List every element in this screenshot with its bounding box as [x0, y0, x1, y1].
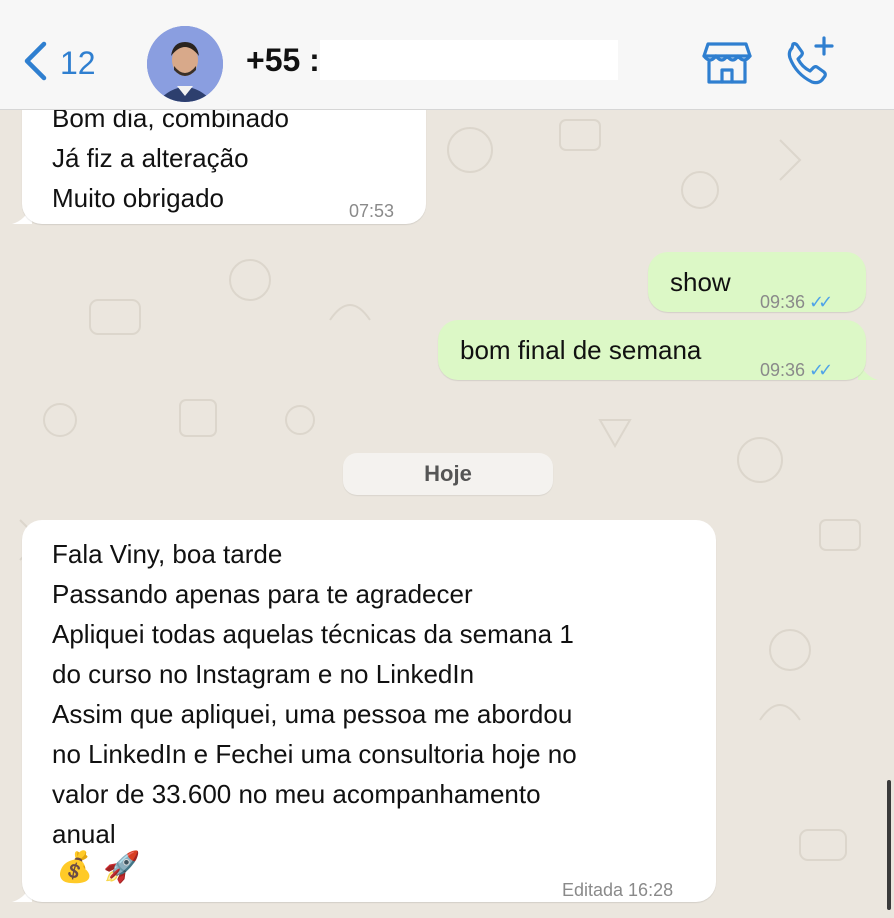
store-icon[interactable]	[702, 40, 752, 86]
message-bubble-outgoing[interactable]: bom final de semana 09:36 ✓✓	[438, 320, 866, 380]
message-bubble-incoming[interactable]: Fala Viny, boa tarde Passando apenas par…	[22, 520, 716, 902]
message-time: 09:36 ✓✓	[760, 282, 833, 322]
message-line: Passando apenas para te agradecer	[52, 579, 473, 609]
message-text: show	[670, 267, 731, 297]
message-time-value: 09:36	[760, 360, 806, 380]
back-button[interactable]: 12	[22, 38, 96, 88]
message-line: no LinkedIn e Fechei uma consultoria hoj…	[52, 739, 577, 769]
message-line: do curso no Instagram e no LinkedIn	[52, 659, 475, 689]
message-text: bom final de semana	[460, 335, 702, 365]
message-text: Fala Viny, boa tarde Passando apenas par…	[52, 534, 577, 854]
redacted-area	[320, 40, 618, 80]
message-time: Editada 16:28	[562, 880, 674, 900]
contact-name[interactable]: +55 :	[246, 42, 320, 79]
avatar[interactable]	[147, 26, 223, 102]
chat-header: 12 +55 :	[0, 0, 894, 110]
message-time: 09:36 ✓✓	[760, 350, 833, 390]
read-receipt-icon: ✓✓	[809, 292, 833, 312]
message-bubble-incoming[interactable]: Bom dia, combinado Já fiz a alteração Mu…	[22, 96, 426, 224]
chevron-left-icon	[22, 41, 48, 86]
emoji-row: 💰 🚀	[56, 850, 141, 886]
message-line: Apliquei todas aquelas técnicas da seman…	[52, 619, 574, 649]
unread-count: 12	[60, 44, 96, 81]
read-receipt-icon: ✓✓	[809, 360, 833, 380]
scrollbar[interactable]	[887, 780, 891, 910]
add-call-icon[interactable]	[784, 34, 836, 88]
rocket-icon: 🚀	[103, 851, 141, 884]
message-time-value: 09:36	[760, 292, 806, 312]
money-bag-icon: 💰	[56, 851, 94, 884]
message-time: 07:53	[349, 201, 395, 221]
message-line: Fala Viny, boa tarde	[52, 539, 283, 569]
message-line: Já fiz a alteração	[52, 143, 249, 173]
message-line: valor de 33.600 no meu acompanhamento	[52, 779, 541, 809]
message-text: Bom dia, combinado Já fiz a alteração Mu…	[52, 98, 289, 218]
message-line: anual	[52, 819, 116, 849]
date-separator: Hoje	[343, 453, 553, 495]
message-bubble-outgoing[interactable]: show 09:36 ✓✓	[648, 252, 866, 312]
message-line: Muito obrigado	[52, 183, 224, 213]
message-line: Assim que apliquei, uma pessoa me abordo…	[52, 699, 573, 729]
